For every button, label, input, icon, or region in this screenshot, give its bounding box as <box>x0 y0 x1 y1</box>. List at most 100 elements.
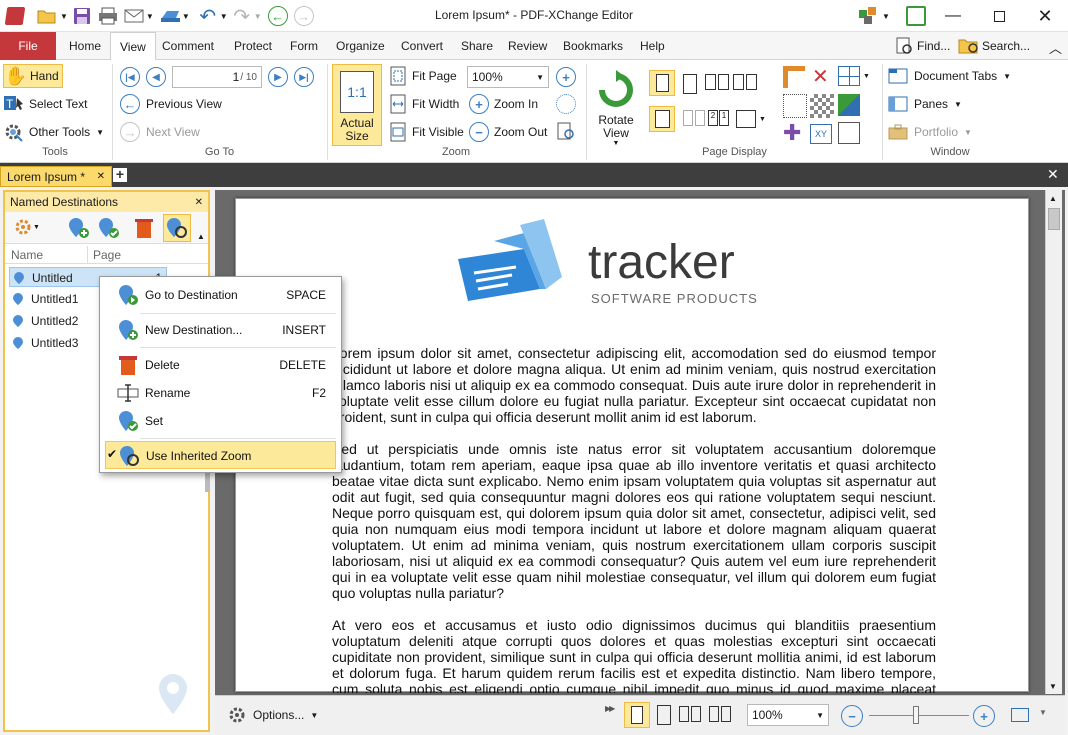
close-button[interactable]: ✕ <box>1022 0 1068 32</box>
customize-icon[interactable]: ▼ <box>858 6 890 26</box>
full-screen-status-icon[interactable] <box>1011 708 1029 722</box>
marquee-icon[interactable] <box>783 94 807 118</box>
tab-review[interactable]: Review <box>499 32 556 60</box>
collapse-ribbon-icon[interactable]: ︿ <box>1049 38 1062 57</box>
tab-protect[interactable]: Protect <box>225 32 281 60</box>
tab-share[interactable]: Share <box>452 32 502 60</box>
actual-size-button[interactable]: 1:1 Actual Size <box>332 64 382 146</box>
first-page-icon[interactable]: |◀ <box>120 67 140 87</box>
document-tabs-button[interactable]: Document Tabs ▼ <box>888 64 1011 88</box>
facing-icon[interactable] <box>705 74 729 90</box>
fit-visible-button[interactable]: Fit Visible <box>388 120 464 144</box>
hand-tool-button[interactable]: ✋ Hand <box>3 64 63 88</box>
pane-overflow-icon[interactable]: ▲ <box>197 232 205 241</box>
fit-width-button[interactable]: Fit Width <box>388 92 459 116</box>
single-page-icon <box>656 74 669 92</box>
scroll-up-icon[interactable]: ▲ <box>1049 194 1057 203</box>
column-page[interactable]: Page <box>93 248 121 262</box>
tab-comment[interactable]: Comment <box>153 32 223 60</box>
transparency-grid-icon[interactable] <box>810 94 834 118</box>
tab-bookmarks[interactable]: Bookmarks <box>554 32 632 60</box>
rulers-icon[interactable] <box>838 122 860 144</box>
close-tab-icon[interactable]: ✕ <box>97 171 105 182</box>
coordinates-icon[interactable]: XY <box>810 124 832 144</box>
tab-file[interactable]: File <box>0 32 56 60</box>
menu-rename[interactable]: Rename F2 <box>105 378 336 408</box>
chevron-down-icon: ▼ <box>964 127 972 137</box>
next-page-icon[interactable]: ▶ <box>268 67 288 87</box>
status-single-page-button[interactable] <box>624 702 650 728</box>
zoom-in-button[interactable]: + Zoom In <box>469 92 538 116</box>
new-destination-icon <box>119 320 138 340</box>
zoom-level-select[interactable]: 100% ▼ <box>467 66 549 88</box>
tab-view[interactable]: View <box>110 32 156 61</box>
numbered-pages-icon[interactable]: 21 <box>708 110 729 126</box>
inherited-zoom-toggle[interactable] <box>163 214 191 242</box>
minimize-button[interactable]: — <box>930 0 976 32</box>
vertical-scrollbar[interactable]: ▲ ▼ <box>1045 190 1062 694</box>
zoom-out-button[interactable]: − Zoom Out <box>469 120 547 144</box>
previous-view-button[interactable]: ← Previous View <box>120 92 222 116</box>
status-facing-icon[interactable] <box>679 706 701 722</box>
pane-options-button[interactable]: ▼ <box>11 217 40 237</box>
zoom-in-magnifier-icon[interactable]: + <box>556 67 576 87</box>
status-zoom-select[interactable]: 100% ▼ <box>747 704 829 726</box>
zoom-slider-thumb[interactable] <box>913 706 919 724</box>
crosshair-icon[interactable]: ✚ <box>783 122 801 144</box>
menu-set[interactable]: Set <box>105 406 336 436</box>
rotate-view-button[interactable]: Rotate View ▼ <box>591 66 641 147</box>
set-destination-icon[interactable] <box>97 217 121 239</box>
status-facing-continuous-icon[interactable] <box>709 706 731 722</box>
chevron-down-icon[interactable]: ▼ <box>1039 708 1047 717</box>
page-number-input[interactable]: 1 / 10 <box>172 66 262 88</box>
split-view-button[interactable] <box>649 106 675 132</box>
hide-annotations-icon[interactable]: ✕ <box>812 64 829 89</box>
panes-button[interactable]: Panes ▼ <box>888 92 962 116</box>
single-page-button[interactable] <box>649 70 675 96</box>
tab-convert[interactable]: Convert <box>392 32 452 60</box>
menu-go-to-destination[interactable]: Go to Destination SPACE <box>105 280 336 310</box>
column-divider[interactable] <box>87 246 88 264</box>
menu-delete[interactable]: Delete DELETE <box>105 350 336 380</box>
menu-new-destination[interactable]: New Destination... INSERT <box>105 315 336 345</box>
page-layout-options-icon[interactable]: ▼ <box>736 110 766 128</box>
maximize-button[interactable] <box>976 0 1022 32</box>
grid-icon[interactable]: ▼ <box>838 66 870 86</box>
menu-use-inherited-zoom[interactable]: ✔ Use Inherited Zoom <box>105 441 336 469</box>
new-tab-icon[interactable]: + <box>113 167 127 182</box>
tab-organize[interactable]: Organize <box>327 32 394 60</box>
select-text-button[interactable]: T Select Text <box>3 92 87 116</box>
status-continuous-icon[interactable] <box>657 705 671 725</box>
zoom-selection-icon[interactable] <box>556 94 576 114</box>
status-zoom-in-icon[interactable]: + <box>973 705 995 727</box>
zoom-slider-track[interactable] <box>869 715 969 716</box>
previous-page-icon[interactable]: ◀ <box>146 67 166 87</box>
crop-icon[interactable] <box>783 66 805 88</box>
pdf-page[interactable]: tracker SOFTWARE PRODUCTS Lorem ipsum do… <box>235 198 1029 693</box>
continuous-icon[interactable] <box>683 74 697 94</box>
color-overlay-icon[interactable] <box>838 94 860 116</box>
other-tools-button[interactable]: Other Tools ▼ <box>3 120 104 144</box>
delete-icon[interactable] <box>133 217 155 239</box>
options-button[interactable]: Options... ▼ <box>227 705 318 725</box>
fullscreen-icon[interactable] <box>906 6 926 26</box>
tab-form[interactable]: Form <box>281 32 327 60</box>
close-pane-icon[interactable]: ✕ <box>195 197 203 208</box>
scrollbar-thumb[interactable] <box>1048 208 1060 230</box>
tab-help[interactable]: Help <box>631 32 674 60</box>
find-button[interactable]: Find... <box>894 36 950 56</box>
tab-home[interactable]: Home <box>60 32 110 60</box>
add-destination-icon[interactable] <box>67 217 91 239</box>
close-all-icon[interactable]: ✕ <box>1047 166 1059 183</box>
cover-page-icon[interactable] <box>683 110 705 126</box>
column-name[interactable]: Name <box>11 248 43 262</box>
document-tab[interactable]: Lorem Ipsum * ✕ <box>0 166 112 187</box>
last-page-icon[interactable]: ▶| <box>294 67 314 87</box>
facing-continuous-icon[interactable] <box>733 74 757 90</box>
document-viewport[interactable]: tracker SOFTWARE PRODUCTS Lorem ipsum do… <box>215 190 1065 735</box>
dynamic-zoom-icon[interactable] <box>556 122 576 142</box>
status-zoom-out-icon[interactable]: − <box>841 705 863 727</box>
scroll-down-icon[interactable]: ▼ <box>1049 682 1057 691</box>
search-button[interactable]: Search... <box>958 36 1030 56</box>
fit-page-button[interactable]: Fit Page <box>388 64 457 88</box>
